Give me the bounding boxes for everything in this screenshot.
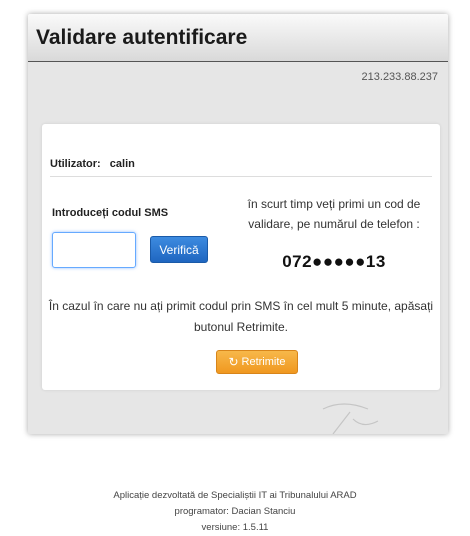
resend-notice: În cazul în care nu ați primit codul pri… <box>48 299 434 334</box>
masked-phone-number: 072●●●●●13 <box>282 252 386 271</box>
footer-programmer: programator: Dacian Stanciu <box>174 506 296 517</box>
client-ip-address: 213.233.88.237 <box>361 71 438 83</box>
verify-button[interactable]: Verifică <box>150 236 208 263</box>
sms-code-label: Introduceți codul SMS <box>52 207 169 219</box>
validation-card: Utilizator: calin Introduceți codul SMS … <box>42 124 440 390</box>
login-validation-panel: Validare autentificare 213.233.88.237 Ut… <box>28 14 448 434</box>
resend-label: Retrimite <box>241 356 286 368</box>
resend-button[interactable]: ↻ Retrimite <box>216 350 298 374</box>
user-label: Utilizator: <box>50 158 101 170</box>
user-row: Utilizator: calin <box>50 158 135 170</box>
footer-credits: Aplicație dezvoltată de Specialiștii IT … <box>113 490 357 501</box>
sms-info-text: în scurt timp veți primi un cod de valid… <box>247 197 421 231</box>
refresh-icon: ↻ <box>228 355 239 369</box>
user-value: calin <box>109 158 135 170</box>
footer: Aplicație dezvoltată de Specialiștii IT … <box>0 488 470 536</box>
sms-code-input[interactable] <box>52 232 136 268</box>
divider <box>50 176 432 177</box>
